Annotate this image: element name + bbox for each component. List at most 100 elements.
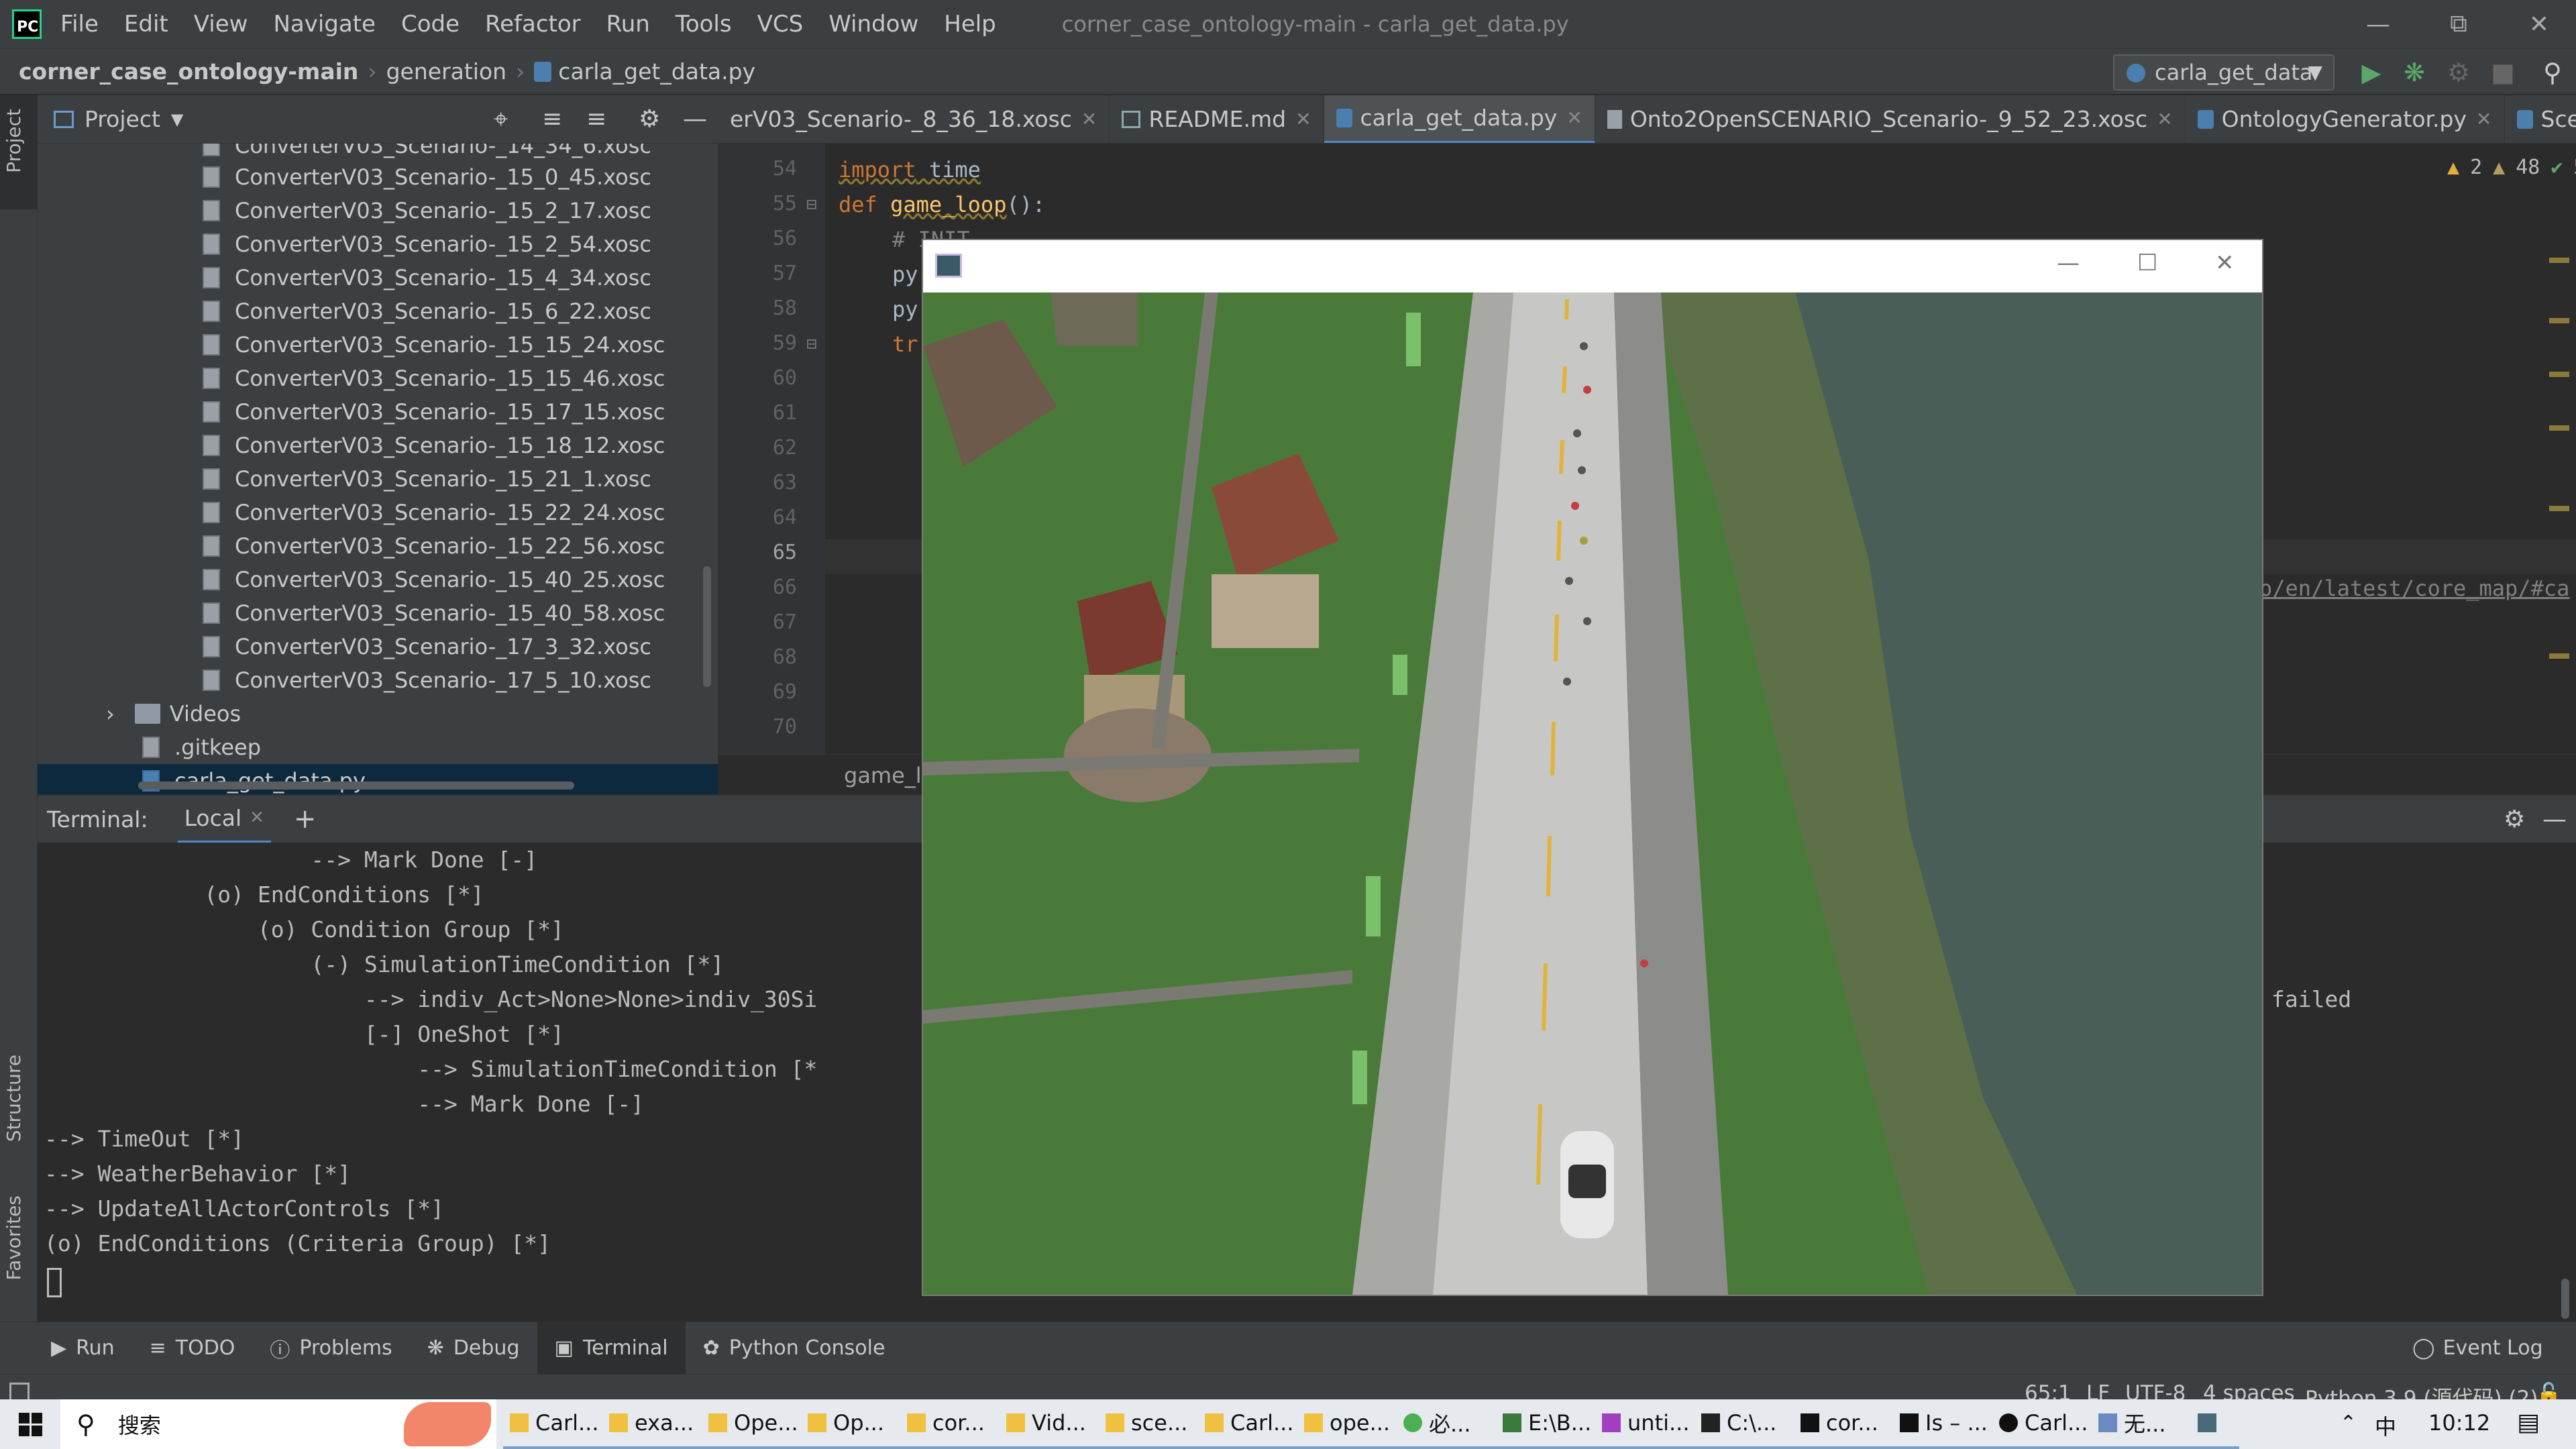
task-item[interactable]: unti... bbox=[1595, 1399, 1695, 1449]
task-item[interactable]: Carl... bbox=[1992, 1399, 2092, 1449]
add-tab-icon[interactable]: + bbox=[294, 804, 317, 835]
hide-icon[interactable]: — bbox=[2542, 806, 2567, 833]
menu-file[interactable]: File bbox=[60, 11, 99, 38]
error-stripe-mark[interactable] bbox=[2549, 653, 2569, 659]
task-item[interactable]: Op... bbox=[801, 1399, 900, 1449]
locate-icon[interactable]: ⌖ bbox=[494, 104, 508, 134]
menu-run[interactable]: Run bbox=[606, 11, 650, 38]
tree-file-item[interactable]: .gitkeep bbox=[142, 731, 261, 764]
minimize-icon[interactable]: — bbox=[2057, 250, 2080, 276]
tool-terminal[interactable]: ▣ Terminal bbox=[537, 1322, 686, 1375]
layout-icon[interactable] bbox=[9, 1383, 30, 1401]
fold-icon[interactable]: ⊟ bbox=[806, 334, 817, 354]
tree-file-item[interactable]: ConverterV03_Scenario-_15_2_54.xosc bbox=[203, 227, 651, 261]
tree-file-item[interactable]: ConverterV03_Scenario-_15_21_1.xosc bbox=[203, 462, 651, 496]
fold-icon[interactable]: ⊟ bbox=[806, 195, 817, 215]
tree-file-item[interactable]: ConverterV03_Scenario-_15_6_22.xosc bbox=[203, 294, 651, 328]
menu-navigate[interactable]: Navigate bbox=[273, 11, 376, 38]
task-item[interactable]: 无... bbox=[2092, 1399, 2191, 1449]
task-item[interactable]: Carl... bbox=[1198, 1399, 1297, 1449]
terminal-tab-local[interactable]: Local ✕ bbox=[177, 795, 271, 843]
hide-icon[interactable]: — bbox=[683, 105, 707, 133]
menu-tools[interactable]: Tools bbox=[676, 11, 732, 38]
run-configuration-select[interactable]: carla_get_data ▼ bbox=[2113, 54, 2334, 91]
debug-icon[interactable]: ❋ bbox=[2398, 56, 2431, 89]
notification-icon[interactable]: ▤ bbox=[2517, 1409, 2540, 1436]
tree-file-item[interactable]: ConverterV03_Scenario-_15_40_25.xosc bbox=[203, 563, 665, 596]
stop-icon[interactable]: ■ bbox=[2486, 56, 2520, 89]
menu-edit[interactable]: Edit bbox=[124, 11, 168, 38]
error-stripe-mark[interactable] bbox=[2549, 372, 2569, 377]
windows-start-icon[interactable] bbox=[0, 1399, 60, 1449]
task-item-game[interactable] bbox=[2191, 1399, 2239, 1449]
tool-debug[interactable]: ❋ Debug bbox=[410, 1322, 537, 1375]
tree-file-item[interactable]: ConverterV03_Scenario-_17_5_10.xosc bbox=[203, 663, 651, 697]
search-icon[interactable]: ⚲ bbox=[2536, 56, 2569, 89]
menu-help[interactable]: Help bbox=[944, 11, 996, 38]
task-item[interactable]: exa... bbox=[602, 1399, 702, 1449]
close-icon[interactable]: ✕ bbox=[2215, 250, 2235, 276]
expand-all-icon[interactable]: ≡ bbox=[542, 105, 562, 133]
ime-indicator[interactable]: 中 bbox=[2375, 1410, 2396, 1441]
inspection-widget[interactable]: ▲2 ▲48 ✔5 ⌃⌄ bbox=[2447, 156, 2576, 179]
close-icon[interactable]: ✕ bbox=[1295, 108, 1311, 130]
menu-refactor[interactable]: Refactor bbox=[485, 11, 581, 38]
tool-problems[interactable]: ⓘ Problems bbox=[252, 1322, 409, 1375]
favorites-tool-tab[interactable]: Favorites bbox=[3, 1195, 25, 1280]
error-stripe-mark[interactable] bbox=[2549, 258, 2569, 263]
scrollbar[interactable] bbox=[2561, 1279, 2569, 1319]
menu-view[interactable]: View bbox=[194, 11, 248, 38]
task-item[interactable]: Vid... bbox=[1000, 1399, 1099, 1449]
chevron-up-icon[interactable]: ⌃ bbox=[2340, 1411, 2357, 1435]
gear-icon[interactable]: ⚙ bbox=[639, 105, 660, 133]
run-icon[interactable]: ▶ bbox=[2355, 56, 2388, 89]
close-icon[interactable]: ✕ bbox=[1566, 107, 1582, 129]
tab-onto2openscenario[interactable]: Onto2OpenSCENARIO_Scenario-_9_52_23.xosc… bbox=[1595, 95, 2186, 143]
tree-file-item[interactable]: ConverterV03_Scenario-_15_18_12.xosc bbox=[203, 429, 665, 462]
minimize-icon[interactable]: — bbox=[2341, 0, 2415, 48]
error-stripe-mark[interactable] bbox=[2549, 425, 2569, 431]
game-window-titlebar[interactable]: — ☐ ✕ bbox=[923, 240, 2262, 292]
tree-file-item[interactable]: ConverterV03_Scenario-_15_2_17.xosc bbox=[203, 194, 651, 227]
horizontal-scrollbar[interactable] bbox=[138, 782, 574, 790]
close-icon[interactable]: ✕ bbox=[2502, 0, 2576, 48]
tree-file-item[interactable]: ConverterV03_Scenario-_15_4_34.xosc bbox=[203, 261, 651, 294]
function-breadcrumb[interactable]: game_lc bbox=[844, 763, 933, 788]
tree-file-item[interactable]: ConverterV03_Scenario-_15_15_46.xosc bbox=[203, 362, 665, 395]
tree-file-item[interactable]: ConverterV03_Scenario-_14_34_6.xosc bbox=[203, 144, 651, 162]
tool-todo[interactable]: ≡ TODO bbox=[132, 1322, 253, 1375]
tree-file-item[interactable]: ConverterV03_Scenario-_17_3_32.xosc bbox=[203, 630, 651, 663]
task-item[interactable]: Ope... bbox=[702, 1399, 801, 1449]
code-url-comment[interactable]: o/en/latest/core_map/#ca bbox=[2259, 576, 2569, 601]
tree-file-item[interactable]: ConverterV03_Scenario-_15_0_45.xosc bbox=[203, 160, 651, 194]
tab-readme[interactable]: README.md ✕ bbox=[1110, 95, 1324, 143]
clock[interactable]: 10:12 bbox=[2428, 1410, 2490, 1436]
tree-file-item[interactable]: ConverterV03_Scenario-_15_15_24.xosc bbox=[203, 328, 665, 362]
task-item[interactable]: C:\... bbox=[1695, 1399, 1794, 1449]
task-item[interactable]: E:\B... bbox=[1496, 1399, 1595, 1449]
taskbar-search-box[interactable]: ⚲ 搜索 bbox=[60, 1399, 496, 1449]
tree-folder-videos[interactable]: › Videos bbox=[106, 697, 241, 731]
tree-file-item[interactable]: ConverterV03_Scenario-_15_22_56.xosc bbox=[203, 529, 665, 563]
project-tool-tab[interactable]: Project bbox=[3, 109, 25, 173]
scrollbar[interactable] bbox=[703, 566, 711, 687]
breadcrumb-project[interactable]: corner_case_ontology-main bbox=[19, 58, 358, 85]
task-item[interactable]: 必... bbox=[1397, 1399, 1496, 1449]
game-window[interactable]: — ☐ ✕ bbox=[922, 239, 2263, 1296]
chevron-right-icon[interactable]: › bbox=[106, 701, 115, 727]
close-icon[interactable]: ✕ bbox=[2476, 108, 2491, 130]
chevron-down-icon[interactable]: ▼ bbox=[171, 110, 183, 129]
tab-ontology-generator[interactable]: OntologyGenerator.py ✕ bbox=[2186, 95, 2505, 143]
error-stripe-mark[interactable] bbox=[2549, 318, 2569, 323]
simulation-view[interactable] bbox=[923, 292, 2262, 1295]
menu-vcs[interactable]: VCS bbox=[757, 11, 804, 38]
tool-python-console[interactable]: ✿ Python Console bbox=[686, 1322, 903, 1375]
breadcrumb-file[interactable]: carla_get_data.py bbox=[558, 58, 755, 85]
task-item[interactable]: cor... bbox=[900, 1399, 1000, 1449]
tab-scenario-example[interactable]: ScenarioExamp bbox=[2505, 95, 2576, 143]
maximize-icon[interactable]: ☐ bbox=[2137, 250, 2157, 276]
tree-file-item-selected[interactable]: carla_get_data.py bbox=[38, 764, 718, 794]
tree-file-item[interactable]: ConverterV03_Scenario-_15_40_58.xosc bbox=[203, 596, 665, 630]
task-item[interactable]: ope... bbox=[1297, 1399, 1397, 1449]
structure-tool-tab[interactable]: Structure bbox=[3, 1055, 25, 1142]
